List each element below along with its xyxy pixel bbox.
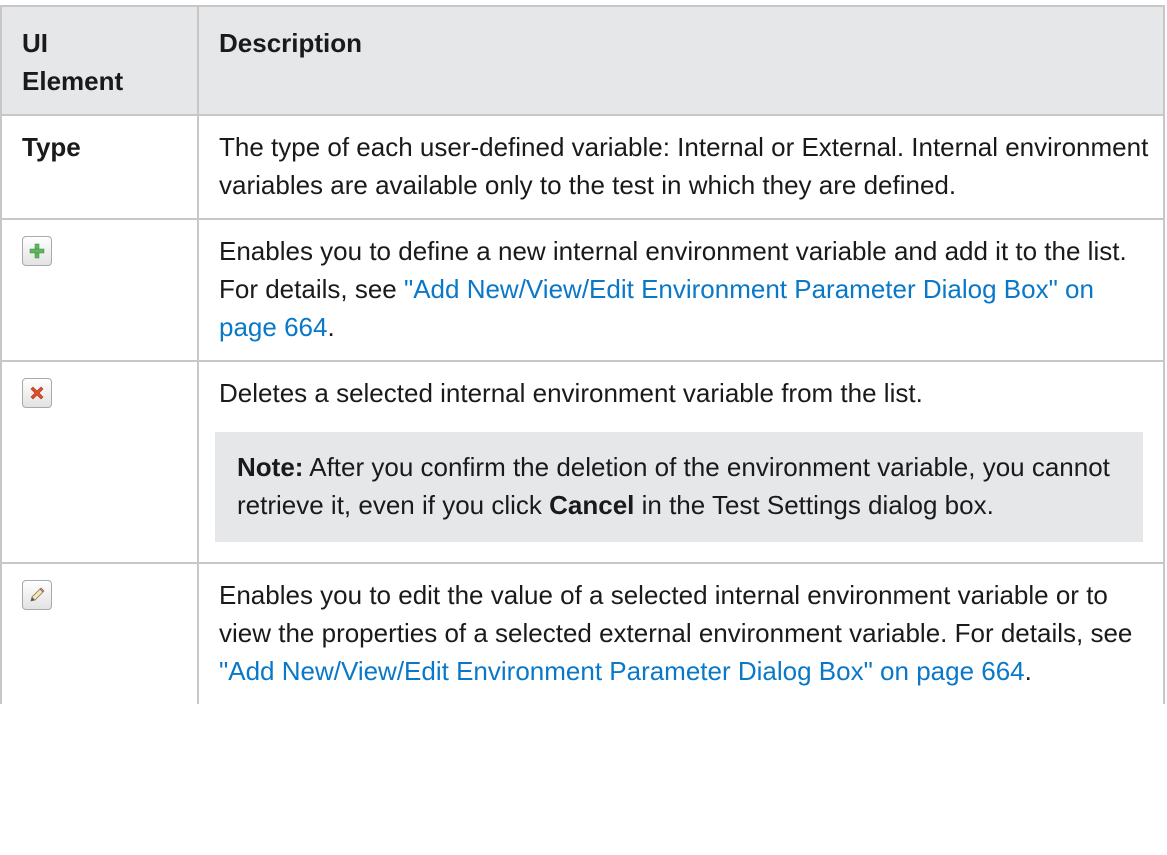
header-description: Description: [197, 5, 1165, 116]
note-cancel-bold: Cancel: [549, 490, 635, 520]
type-description: The type of each user-defined variable: …: [219, 132, 1149, 200]
note-text-2: in the Test Settings dialog box.: [634, 490, 994, 520]
ui-element-cell: [0, 562, 199, 704]
table-row: Type The type of each user-defined varia…: [0, 114, 1165, 220]
edit-description-end: .: [1024, 656, 1032, 686]
add-edit-dialog-link[interactable]: "Add New/View/Edit Environment Parameter…: [219, 656, 1025, 686]
header-ui-element: UI Element: [0, 5, 199, 116]
add-description-end: .: [327, 312, 335, 342]
description-cell: Enables you to define a new internal env…: [197, 218, 1165, 362]
ui-element-cell: Type: [0, 114, 199, 220]
description-cell: Enables you to edit the value of a selec…: [197, 562, 1165, 704]
delete-icon: [22, 378, 52, 408]
header-ui-element-line1: UI: [22, 28, 48, 58]
table-row: Enables you to define a new internal env…: [0, 218, 1165, 362]
description-cell: Deletes a selected internal environment …: [197, 360, 1165, 564]
note-box: Note: After you confirm the deletion of …: [215, 432, 1143, 542]
delete-description: Deletes a selected internal environment …: [219, 378, 923, 408]
edit-icon: [22, 580, 52, 610]
table-header-row: UI Element Description: [0, 5, 1165, 116]
table-row: Deletes a selected internal environment …: [0, 360, 1165, 564]
type-label: Type: [22, 132, 81, 162]
table-row: Enables you to edit the value of a selec…: [0, 562, 1165, 704]
edit-description: Enables you to edit the value of a selec…: [219, 580, 1133, 648]
ui-element-cell: [0, 218, 199, 362]
header-ui-element-line2: Element: [22, 66, 124, 96]
add-icon: [22, 236, 52, 266]
ui-elements-table: UI Element Description Type The type of e…: [0, 5, 1165, 704]
ui-element-cell: [0, 360, 199, 564]
note-label: Note:: [237, 452, 304, 482]
description-cell: The type of each user-defined variable: …: [197, 114, 1165, 220]
